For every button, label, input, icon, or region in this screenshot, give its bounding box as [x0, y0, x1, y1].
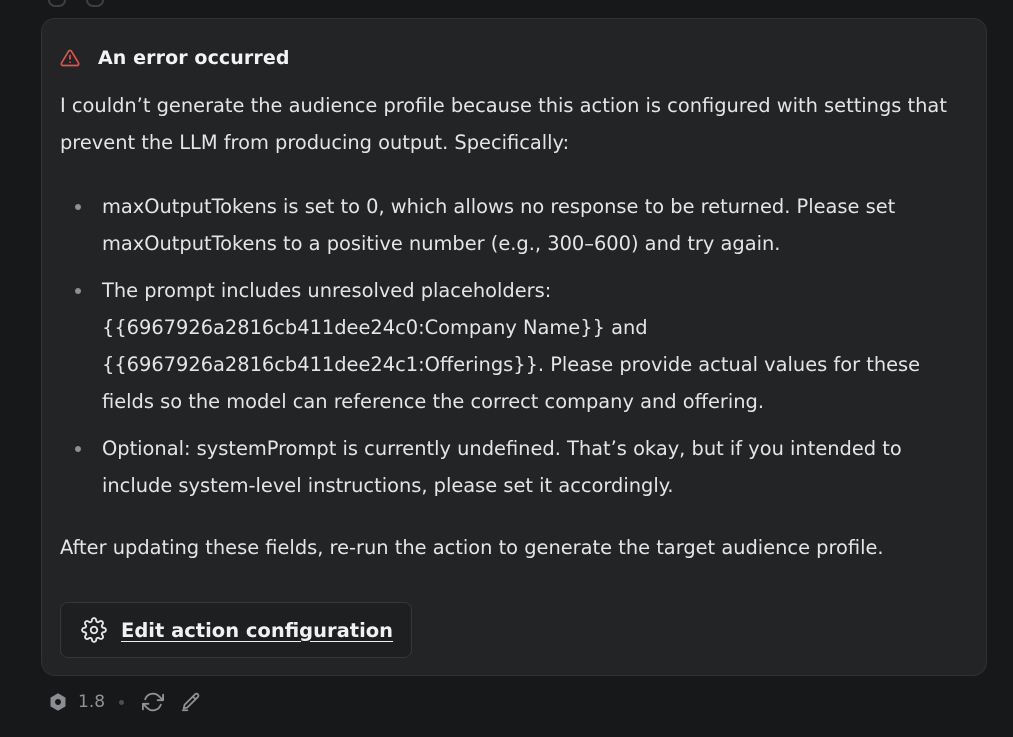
partial-icon: [86, 0, 104, 7]
error-intro-text: I couldn’t generate the audience profile…: [60, 94, 947, 154]
error-header: An error occurred: [60, 47, 290, 69]
list-item: Optional: systemPrompt is currently unde…: [60, 430, 960, 504]
warning-icon: [60, 49, 80, 67]
error-outro-text: After updating these fields, re-run the …: [60, 536, 884, 559]
gear-icon: [81, 617, 107, 643]
error-message-card: An error occurred I couldn’t generate th…: [41, 18, 987, 676]
bullet-dot: [75, 446, 81, 452]
list-item: maxOutputTokens is set to 0, which allow…: [60, 188, 960, 262]
separator-dot: [119, 699, 125, 705]
list-item-text: maxOutputTokens is set to 0, which allow…: [102, 195, 896, 255]
message-footer-toolbar: 1.8: [48, 689, 202, 715]
partial-icon: [48, 0, 66, 7]
edit-action-configuration-label: Edit action configuration: [121, 618, 394, 642]
bullet-dot: [75, 204, 81, 210]
list-item-text: Optional: systemPrompt is currently unde…: [102, 437, 902, 497]
list-item: The prompt includes unresolved placehold…: [60, 272, 960, 420]
previous-message-toolbar-partial: [48, 0, 104, 7]
bullet-dot: [75, 288, 81, 294]
hexagon-icon: [50, 693, 66, 711]
edit-action-configuration-button[interactable]: Edit action configuration: [60, 602, 413, 658]
list-item-text: The prompt includes unresolved placehold…: [102, 279, 921, 413]
version-label: 1.8: [78, 692, 106, 712]
refresh-icon[interactable]: [142, 691, 165, 713]
pencil-icon[interactable]: [180, 691, 202, 713]
error-title: An error occurred: [98, 47, 290, 69]
error-details-list: maxOutputTokens is set to 0, which allow…: [60, 188, 960, 514]
